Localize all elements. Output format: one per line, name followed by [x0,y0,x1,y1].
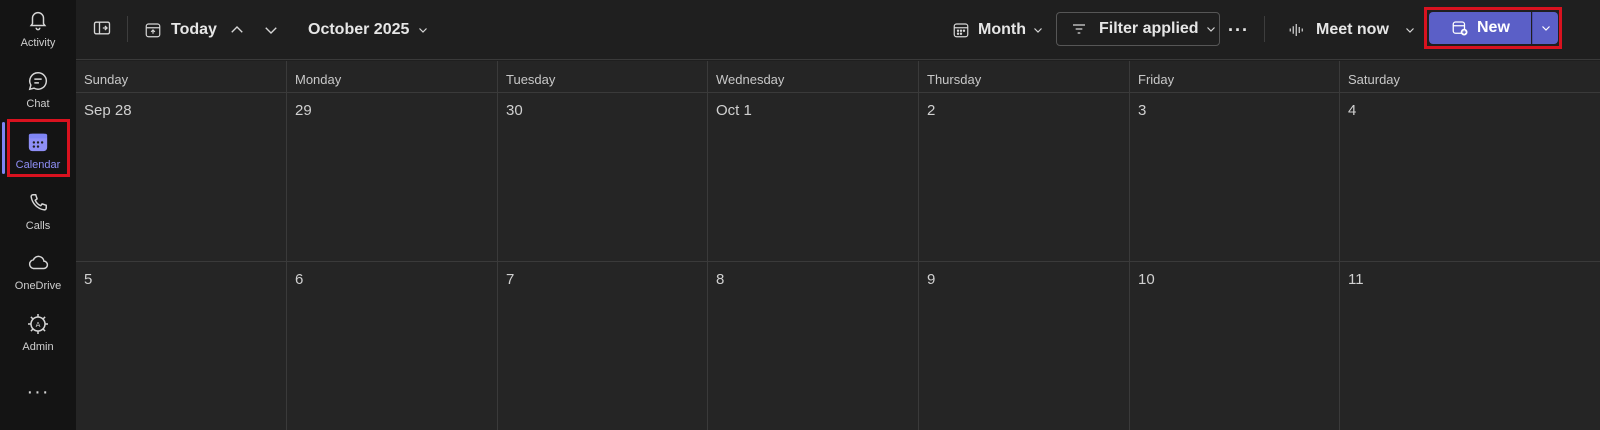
today-label: Today [171,21,217,38]
day-number: 5 [84,271,93,288]
filter-button[interactable]: Filter applied [1056,12,1220,46]
day-number: 11 [1348,271,1364,288]
day-number: 4 [1348,102,1357,119]
day-cell[interactable]: 8 [708,262,919,430]
rail-label: Admin [22,341,54,353]
day-cell[interactable]: 10 [1130,262,1340,430]
chevron-down-icon [1404,24,1416,36]
day-number: 9 [927,271,936,288]
day-cell[interactable]: 2 [919,93,1130,262]
app-rail: Activity Chat Calendar Calls OneDrive A … [0,0,76,430]
calendar-view-icon [952,21,970,39]
cloud-icon [26,251,50,275]
new-button-highlight-box: New [1424,7,1562,49]
new-label: New [1477,19,1510,36]
weekday-header: Saturday [1340,61,1600,93]
chevron-down-icon [1540,22,1552,34]
bell-icon [26,8,50,32]
day-number: 2 [927,102,936,119]
more-options-button[interactable]: ··· [1228,0,1249,60]
phone-icon [26,191,50,215]
day-number: Sep 28 [84,102,132,119]
rail-item-onedrive[interactable]: OneDrive [0,243,76,301]
new-dropdown-button[interactable] [1532,12,1558,44]
rail-item-admin[interactable]: A Admin [0,304,76,362]
day-cell[interactable]: 29 [287,93,498,262]
day-number: 6 [295,271,304,288]
toolbar-separator [1264,16,1265,42]
filter-label: Filter applied [1099,20,1199,37]
calendar-highlight-box [7,119,70,177]
month-picker-button[interactable]: October 2025 [308,0,429,60]
weekday-header: Tuesday [498,61,708,93]
weekday-header: Friday [1130,61,1340,93]
calendar-toolbar: Today October 2025 Month Filter applied [76,0,1600,60]
chevron-down-icon [417,24,429,36]
weekday-header: Thursday [919,61,1130,93]
day-cell[interactable]: 4 [1340,93,1600,262]
filter-icon [1071,21,1087,37]
day-number: Oct 1 [716,102,752,119]
chevron-down-icon [1205,23,1217,35]
sidebar-toggle-icon [92,18,112,43]
meet-now-button[interactable]: Meet now [1288,0,1389,60]
rail-item-activity[interactable]: Activity [0,0,76,58]
day-cell[interactable]: 7 [498,262,708,430]
weekday-header: Sunday [76,61,287,93]
previous-month-button[interactable] [228,0,246,60]
toolbar-separator [127,16,128,42]
chevron-down-icon [1032,24,1044,36]
day-number: 10 [1138,271,1155,288]
chevron-up-icon [228,21,246,39]
day-cell[interactable]: 11 [1340,262,1600,430]
today-button[interactable]: Today [144,0,217,60]
meet-now-dropdown-button[interactable] [1404,0,1416,60]
weekday-header: Wednesday [708,61,919,93]
view-switcher-button[interactable]: Month [952,0,1044,60]
month-label: October 2025 [308,21,410,38]
weekday-header: Monday [287,61,498,93]
more-apps-button[interactable]: ··· [0,378,76,406]
day-cell[interactable]: 5 [76,262,287,430]
new-meeting-button[interactable]: New [1429,12,1531,44]
chat-icon [26,69,50,93]
admin-gear-icon: A [26,312,50,336]
month-grid: Sunday Monday Tuesday Wednesday Thursday… [76,61,1600,430]
rail-label: Calls [25,220,51,232]
audio-wave-icon [1288,21,1306,39]
toggle-sidebar-button[interactable] [92,0,112,60]
calendar-today-icon [144,21,162,39]
rail-label: Activity [20,37,56,49]
day-number: 7 [506,271,515,288]
rail-item-calls[interactable]: Calls [0,183,76,241]
day-number: 29 [295,102,312,119]
day-cell[interactable]: 6 [287,262,498,430]
day-cell[interactable]: 3 [1130,93,1340,262]
view-label: Month [978,21,1026,38]
svg-text:A: A [36,321,41,329]
day-cell[interactable]: 9 [919,262,1130,430]
rail-label: OneDrive [14,280,62,292]
day-cell[interactable]: 30 [498,93,708,262]
rail-item-chat[interactable]: Chat [0,61,76,119]
day-number: 3 [1138,102,1147,119]
day-cell[interactable]: Oct 1 [708,93,919,262]
day-number: 8 [716,271,725,288]
calendar-add-icon [1451,19,1469,37]
meet-now-label: Meet now [1316,21,1389,38]
chevron-down-icon [262,21,280,39]
day-number: 30 [506,102,523,119]
rail-label: Chat [26,98,50,110]
day-cell[interactable]: Sep 28 [76,93,287,262]
next-month-button[interactable] [262,0,280,60]
